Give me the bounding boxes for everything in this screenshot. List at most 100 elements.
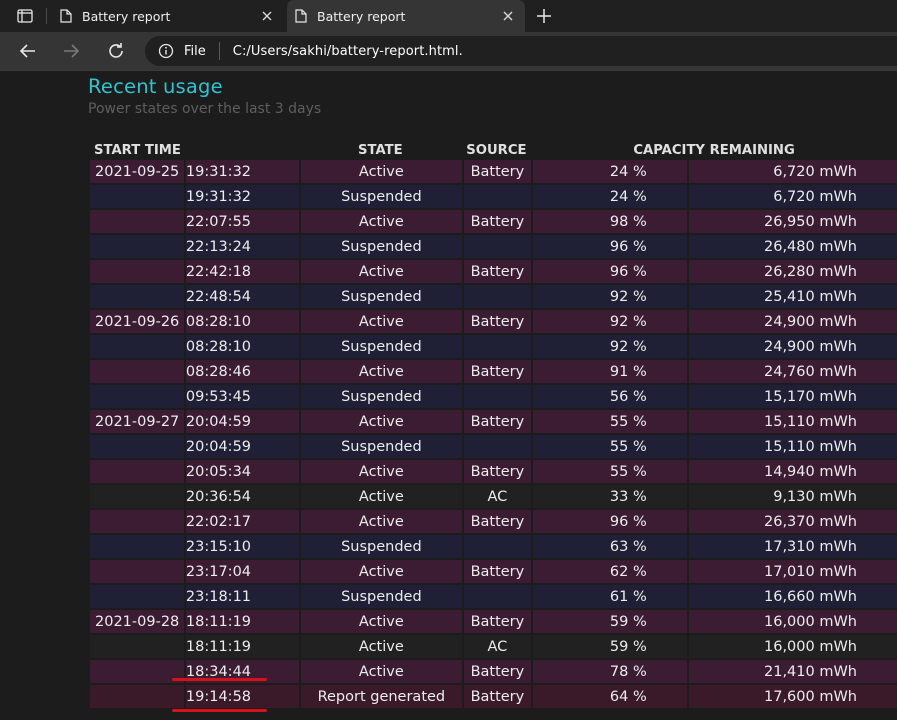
row-state: Active <box>299 660 462 683</box>
row-source: Battery <box>461 360 532 383</box>
row-time: 23:17:04 <box>183 560 300 583</box>
row-time: 23:18:11 <box>183 585 300 608</box>
table-row: 20:36:54 Active AC 33 % 9,130 mWh <box>90 485 897 508</box>
row-capacity: 16,000 mWh <box>686 610 897 633</box>
row-source <box>461 235 532 258</box>
close-icon[interactable] <box>501 9 515 23</box>
row-date <box>90 685 184 708</box>
row-capacity: 17,600 mWh <box>686 685 897 708</box>
row-time: 19:31:32 <box>183 185 300 208</box>
row-capacity: 17,310 mWh <box>686 535 897 558</box>
row-date <box>90 210 184 233</box>
row-percent: 96 % <box>531 510 687 533</box>
row-source <box>461 285 532 308</box>
table-row: 09:53:45 Suspended 56 % 15,170 mWh <box>90 385 897 408</box>
row-state: Active <box>299 160 462 183</box>
row-time: 22:42:18 <box>183 260 300 283</box>
row-capacity: 9,130 mWh <box>686 485 897 508</box>
row-state: Suspended <box>299 235 462 258</box>
back-icon[interactable] <box>18 41 38 61</box>
info-icon[interactable] <box>158 43 174 59</box>
row-capacity: 26,280 mWh <box>686 260 897 283</box>
row-capacity: 6,720 mWh <box>686 160 897 183</box>
table-row: 23:18:11 Suspended 61 % 16,660 mWh <box>90 585 897 608</box>
forward-icon[interactable] <box>61 41 81 61</box>
row-date <box>90 185 184 208</box>
url-text[interactable]: C:/Users/sakhi/battery-report.html. <box>233 44 463 59</box>
row-capacity: 17,010 mWh <box>686 560 897 583</box>
row-date <box>90 460 184 483</box>
table-header-row: START TIME STATE SOURCE CAPACITY REMAINI… <box>90 140 897 158</box>
row-time: 23:15:10 <box>183 535 300 558</box>
row-state: Suspended <box>299 385 462 408</box>
row-source: Battery <box>461 410 532 433</box>
row-date <box>90 485 184 508</box>
row-time: 22:13:24 <box>183 235 300 258</box>
row-source <box>461 185 532 208</box>
row-source: Battery <box>461 685 532 708</box>
row-percent: 33 % <box>531 485 687 508</box>
row-percent: 62 % <box>531 560 687 583</box>
row-capacity: 24,900 mWh <box>686 310 897 333</box>
row-percent: 55 % <box>531 460 687 483</box>
row-date: 2021-09-28 <box>90 610 184 633</box>
row-percent: 59 % <box>531 635 687 658</box>
row-time: 19:31:32 <box>183 160 300 183</box>
row-state: Active <box>299 635 462 658</box>
table-row: 2021-09-27 20:04:59 Active Battery 55 % 15,11… <box>90 410 897 433</box>
row-date <box>90 435 184 458</box>
row-source <box>461 435 532 458</box>
row-capacity: 15,170 mWh <box>686 385 897 408</box>
table-row: 19:14:58 Report generated Battery 64 % 17,60… <box>90 685 897 708</box>
address-divider <box>218 42 220 60</box>
row-source <box>461 585 532 608</box>
row-capacity: 15,110 mWh <box>686 410 897 433</box>
tab-label: Battery report <box>82 8 171 24</box>
row-state: Active <box>299 510 462 533</box>
row-percent: 61 % <box>531 585 687 608</box>
table-row: 22:02:17 Active Battery 96 % 26,370 mWh <box>90 510 897 533</box>
row-source <box>461 535 532 558</box>
row-percent: 59 % <box>531 610 687 633</box>
row-date <box>90 285 184 308</box>
header-start-time: START TIME <box>94 143 181 158</box>
row-date <box>90 535 184 558</box>
row-state: Report generated <box>299 685 462 708</box>
row-percent: 24 % <box>531 160 687 183</box>
row-date <box>90 635 184 658</box>
table-row: 18:11:19 Active AC 59 % 16,000 mWh <box>90 635 897 658</box>
row-capacity: 24,900 mWh <box>686 335 897 358</box>
row-time: 09:53:45 <box>183 385 300 408</box>
refresh-icon[interactable] <box>106 41 126 61</box>
row-date: 2021-09-27 <box>90 410 184 433</box>
header-state: STATE <box>358 143 403 158</box>
address-bar[interactable]: File C:/Users/sakhi/battery-report.html. <box>145 36 897 66</box>
new-tab-icon[interactable] <box>533 6 555 26</box>
tab-battery-report-2[interactable]: Battery report <box>287 0 525 32</box>
table-row: 20:05:34 Active Battery 55 % 14,940 mWh <box>90 460 897 483</box>
row-percent: 92 % <box>531 335 687 358</box>
row-source: Battery <box>461 460 532 483</box>
tab-actions-icon[interactable] <box>10 6 40 26</box>
row-percent: 91 % <box>531 360 687 383</box>
table-row: 20:04:59 Suspended 55 % 15,110 mWh <box>90 435 897 458</box>
table-row: 22:48:54 Suspended 92 % 25,410 mWh <box>90 285 897 308</box>
table-row: 19:31:32 Suspended 24 % 6,720 mWh <box>90 185 897 208</box>
row-date: 2021-09-26 <box>90 310 184 333</box>
row-capacity: 24,760 mWh <box>686 360 897 383</box>
tab-strip: Battery report Battery report <box>0 0 897 32</box>
row-date <box>90 660 184 683</box>
row-date: 2021-09-25 <box>90 160 184 183</box>
row-capacity: 14,940 mWh <box>686 460 897 483</box>
row-time: 20:05:34 <box>183 460 300 483</box>
table-row: 22:13:24 Suspended 96 % 26,480 mWh <box>90 235 897 258</box>
row-percent: 96 % <box>531 260 687 283</box>
row-percent: 64 % <box>531 685 687 708</box>
table-row: 23:15:10 Suspended 63 % 17,310 mWh <box>90 535 897 558</box>
row-date <box>90 235 184 258</box>
row-source: AC <box>461 635 532 658</box>
tab-battery-report-1[interactable]: Battery report <box>52 0 284 32</box>
row-time: 22:02:17 <box>183 510 300 533</box>
row-state: Suspended <box>299 185 462 208</box>
close-icon[interactable] <box>260 9 274 23</box>
